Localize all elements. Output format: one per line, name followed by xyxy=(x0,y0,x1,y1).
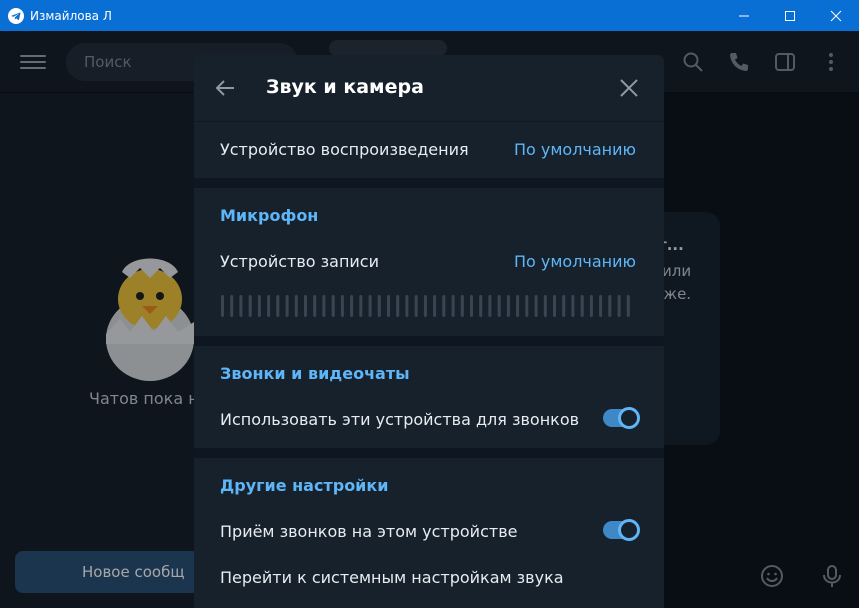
use-devices-for-calls-toggle[interactable] xyxy=(603,407,640,429)
meter-bar xyxy=(377,295,381,317)
accept-calls-toggle[interactable] xyxy=(603,519,640,541)
meter-bar xyxy=(414,295,418,317)
meter-bar xyxy=(285,295,289,317)
meter-bar xyxy=(387,295,390,317)
meter-bar xyxy=(294,295,298,317)
recording-device-value[interactable]: По умолчанию xyxy=(514,252,636,271)
meter-bar xyxy=(608,295,612,317)
close-icon[interactable] xyxy=(618,77,640,99)
meter-bar xyxy=(442,295,446,317)
microphone-section-title: Микрофон xyxy=(220,206,319,225)
playback-device-value[interactable]: По умолчанию xyxy=(514,140,636,159)
accept-calls-label[interactable]: Приём звонков на этом устройстве xyxy=(220,522,517,541)
section-divider xyxy=(194,336,664,346)
meter-bar xyxy=(479,295,483,317)
meter-bar xyxy=(257,295,261,317)
meter-bar xyxy=(553,295,556,317)
meter-bar xyxy=(617,295,621,317)
microphone-level-meter xyxy=(221,295,630,317)
meter-bar xyxy=(359,295,363,317)
meter-bar xyxy=(470,295,473,317)
meter-bar xyxy=(525,295,529,317)
meter-bar xyxy=(488,295,492,317)
system-sound-settings-link[interactable]: Перейти к системным настройкам звука xyxy=(220,568,564,587)
other-settings-section-title: Другие настройки xyxy=(220,476,389,495)
maximize-button[interactable] xyxy=(767,0,813,31)
close-window-button[interactable] xyxy=(813,0,859,31)
meter-bar xyxy=(543,295,547,317)
meter-bar xyxy=(221,295,224,317)
meter-bar xyxy=(340,295,344,317)
toggle-knob xyxy=(618,407,640,429)
meter-bar xyxy=(451,295,455,317)
meter-bar xyxy=(267,295,271,317)
minimize-icon xyxy=(739,15,749,16)
meter-bar xyxy=(248,295,252,317)
meter-bar xyxy=(534,295,538,317)
meter-bar xyxy=(516,295,520,317)
minimize-button[interactable] xyxy=(721,0,767,31)
meter-bar xyxy=(230,295,234,317)
meter-bar xyxy=(460,295,464,317)
meter-bar xyxy=(433,295,437,317)
meter-bar xyxy=(276,295,280,317)
meter-bar xyxy=(599,295,603,317)
meter-bar xyxy=(331,295,335,317)
use-devices-for-calls-label[interactable]: Использовать эти устройства для звонков xyxy=(220,410,579,429)
meter-bar xyxy=(423,295,427,317)
close-icon xyxy=(830,10,842,21)
meter-bar xyxy=(571,295,575,317)
meter-bar xyxy=(497,295,501,317)
playback-device-label[interactable]: Устройство воспроизведения xyxy=(220,140,469,159)
dialog-title: Звук и камера xyxy=(266,76,424,98)
meter-bar xyxy=(322,295,326,317)
back-arrow-icon[interactable] xyxy=(212,75,238,101)
meter-bar xyxy=(313,295,317,317)
sound-camera-dialog: Звук и камера Устройство воспроизведения… xyxy=(194,55,664,608)
section-divider xyxy=(194,448,664,458)
toggle-knob xyxy=(618,519,640,541)
recording-device-label[interactable]: Устройство записи xyxy=(220,252,379,271)
meter-bar xyxy=(589,295,593,317)
meter-bar xyxy=(350,295,354,317)
window-titlebar: Измайлова Л xyxy=(0,0,859,31)
section-divider xyxy=(194,178,664,188)
meter-bar xyxy=(304,295,307,317)
meter-bar xyxy=(239,295,243,317)
meter-bar xyxy=(506,295,510,317)
meter-bar xyxy=(626,295,630,317)
calls-section-title: Звонки и видеочаты xyxy=(220,364,410,383)
meter-bar xyxy=(580,295,584,317)
meter-bar xyxy=(396,295,400,317)
window-title: Измайлова Л xyxy=(30,8,112,23)
telegram-icon xyxy=(8,7,24,24)
meter-bar xyxy=(562,295,566,317)
dialog-header: Звук и камера xyxy=(194,55,664,122)
meter-bar xyxy=(405,295,409,317)
maximize-icon xyxy=(785,10,795,21)
meter-bar xyxy=(368,295,372,317)
